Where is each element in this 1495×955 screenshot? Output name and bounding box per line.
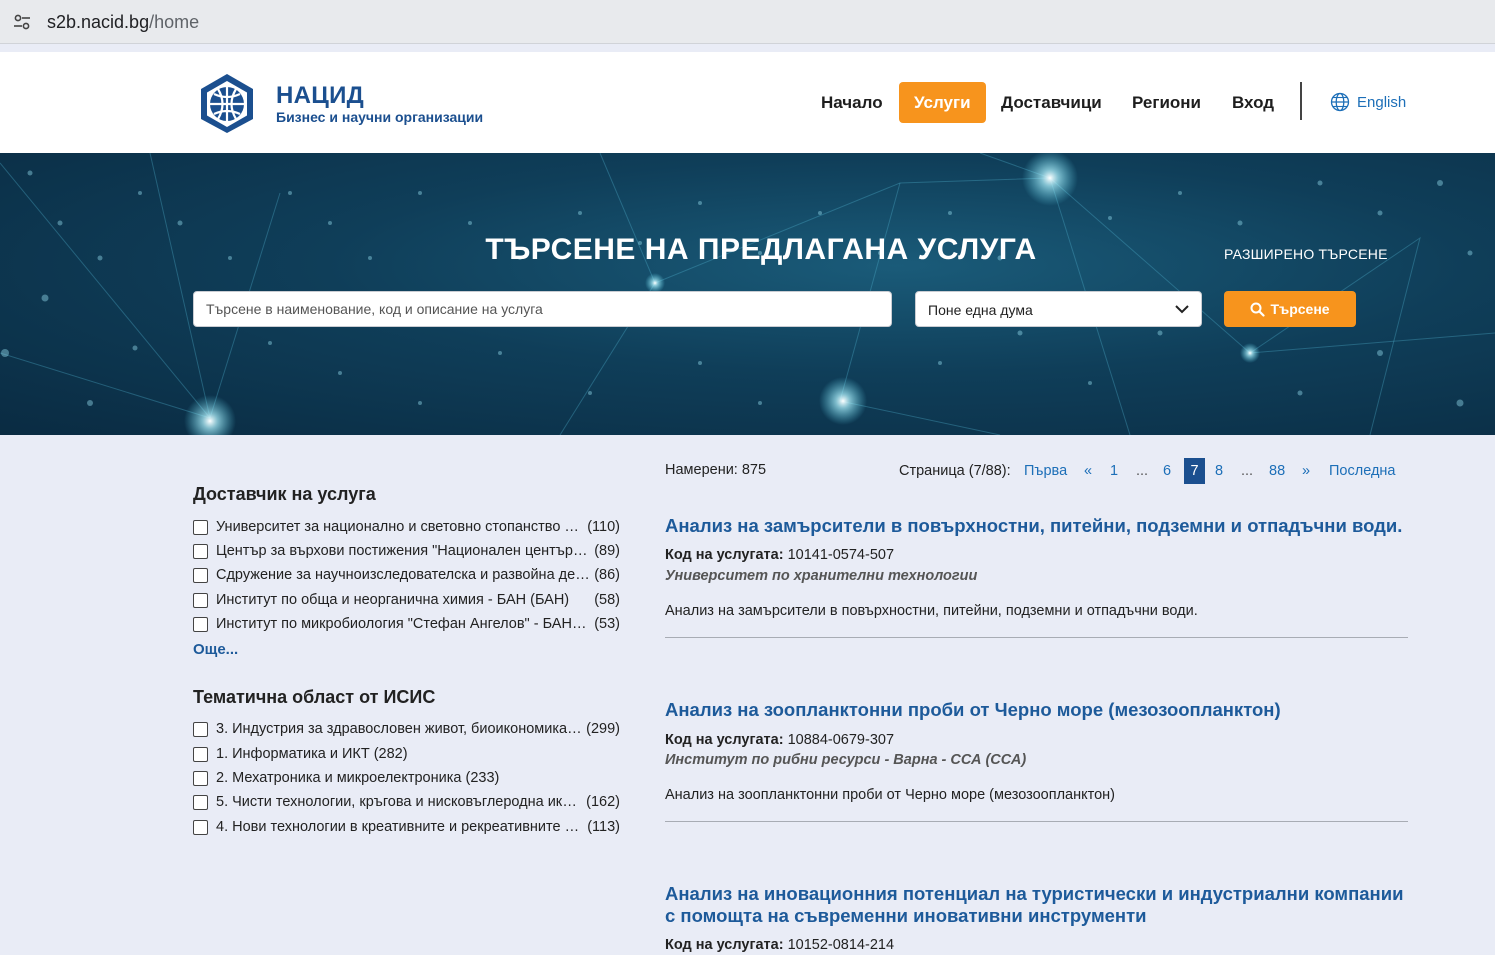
pager-page-88[interactable]: 88 (1269, 458, 1285, 484)
provider-filter-item[interactable]: Институт по обща и неорганична химия - Б… (193, 590, 620, 610)
search-button[interactable]: Търсене (1224, 291, 1356, 327)
checkbox[interactable] (193, 721, 208, 737)
pager-prev[interactable]: « (1084, 458, 1092, 484)
search-hero: ТЪРСЕНЕ НА ПРЕДЛАГАНА УСЛУГА РАЗШИРЕНО Т… (0, 153, 1495, 435)
result-provider[interactable]: Университет по хранителни технологии (665, 568, 977, 584)
provider-filter-item[interactable]: Институт по микробиология "Стефан Ангело… (193, 614, 620, 634)
pager-page-1[interactable]: 1 (1110, 458, 1118, 484)
pager-last[interactable]: Последна (1329, 458, 1395, 484)
theme-filter-item[interactable]: 2. Мехатроника и микроелектроника (233) (193, 768, 620, 788)
theme-filter-title: Тематична област от ИСИС (193, 687, 436, 707)
nav-providers[interactable]: Доставчици (1001, 82, 1102, 123)
checkbox[interactable] (193, 519, 208, 535)
provider-filter-item[interactable]: Университет за национално и световно сто… (193, 517, 620, 537)
browser-address-bar[interactable]: s2b.nacid.bg/home (0, 0, 1495, 44)
globe-icon (1330, 92, 1350, 112)
theme-filter-item[interactable]: 1. Информатика и ИКТ (282) (193, 744, 620, 764)
url-text[interactable]: s2b.nacid.bg/home (47, 12, 199, 33)
result-code: Код на услугата: 10884-0679-307 (665, 732, 895, 748)
nav-login[interactable]: Вход (1232, 82, 1274, 123)
result-title[interactable]: Анализ на зоопланктонни проби от Черно м… (665, 699, 1415, 721)
provider-filter-item[interactable]: Център за върхови постижения "Национален… (193, 541, 620, 561)
pager-next[interactable]: » (1302, 458, 1310, 484)
site-header: НАЦИД Бизнес и научни организации Начало… (0, 52, 1495, 153)
checkbox[interactable] (193, 543, 208, 559)
page-indicator: Страница (7/88): (899, 463, 1011, 479)
nacid-logo-icon[interactable] (196, 72, 258, 134)
nav-home[interactable]: Начало (821, 82, 883, 123)
checkbox[interactable] (193, 770, 208, 786)
advanced-search-link[interactable]: РАЗШИРЕНО ТЪРСЕНЕ (1224, 246, 1388, 262)
pager-first[interactable]: Първа (1024, 458, 1067, 484)
language-switch[interactable]: English (1330, 92, 1406, 112)
nav-regions[interactable]: Региони (1132, 82, 1201, 123)
provider-filter-title: Доставчик на услуга (193, 484, 376, 504)
result-code: Код на услугата: 10152-0814-214 (665, 937, 895, 953)
nav-divider (1300, 82, 1302, 120)
checkbox[interactable] (193, 592, 208, 608)
pager-ellipsis: ... (1136, 463, 1149, 479)
pager-page-6[interactable]: 6 (1163, 458, 1171, 484)
pager-ellipsis: ... (1241, 463, 1254, 479)
site-settings-icon[interactable] (12, 12, 32, 32)
results-count: Намерени: 875 (665, 462, 767, 478)
result-description: Анализ на зоопланктонни проби от Черно м… (665, 787, 1115, 803)
match-mode-value: Поне една дума (928, 302, 1033, 318)
nav-services[interactable]: Услуги (899, 82, 986, 123)
result-divider (665, 637, 1408, 638)
theme-filter-item[interactable]: 5. Чисти технологии, кръгова и нисковъгл… (193, 792, 620, 812)
chevron-down-icon (1175, 305, 1189, 314)
provider-filter-item[interactable]: Сдружение за научноизследователска и раз… (193, 565, 620, 585)
theme-filter-item[interactable]: 3. Индустрия за здравословен живот, биои… (193, 719, 620, 739)
result-title[interactable]: Анализ на замърсители в повърхностни, пи… (665, 515, 1415, 537)
result-provider[interactable]: Институт по рибни ресурси - Варна - ССА … (665, 752, 1026, 768)
checkbox[interactable] (193, 616, 208, 632)
match-mode-select[interactable]: Поне една дума (915, 291, 1202, 327)
result-title[interactable]: Анализ на иновационния потенциал на тури… (665, 883, 1415, 927)
theme-filter-item[interactable]: 4. Нови технологии в креативните и рекре… (193, 817, 620, 837)
result-divider (665, 821, 1408, 822)
result-code: Код на услугата: 10141-0574-507 (665, 547, 895, 563)
brand-name[interactable]: НАЦИД (276, 82, 364, 110)
search-icon (1250, 302, 1266, 317)
search-input[interactable] (193, 291, 892, 327)
checkbox[interactable] (193, 819, 208, 835)
more-providers-link[interactable]: Още... (193, 641, 238, 658)
brand-subtitle: Бизнес и научни организации (276, 109, 484, 125)
language-label: English (1357, 93, 1407, 111)
checkbox[interactable] (193, 567, 208, 583)
search-button-label: Търсене (1270, 301, 1330, 317)
checkbox[interactable] (193, 746, 208, 762)
pager-page-8[interactable]: 8 (1215, 458, 1223, 484)
checkbox[interactable] (193, 794, 208, 810)
result-description: Анализ на замърсители в повърхностни, пи… (665, 603, 1198, 619)
pager-current-page[interactable]: 7 (1184, 458, 1205, 484)
